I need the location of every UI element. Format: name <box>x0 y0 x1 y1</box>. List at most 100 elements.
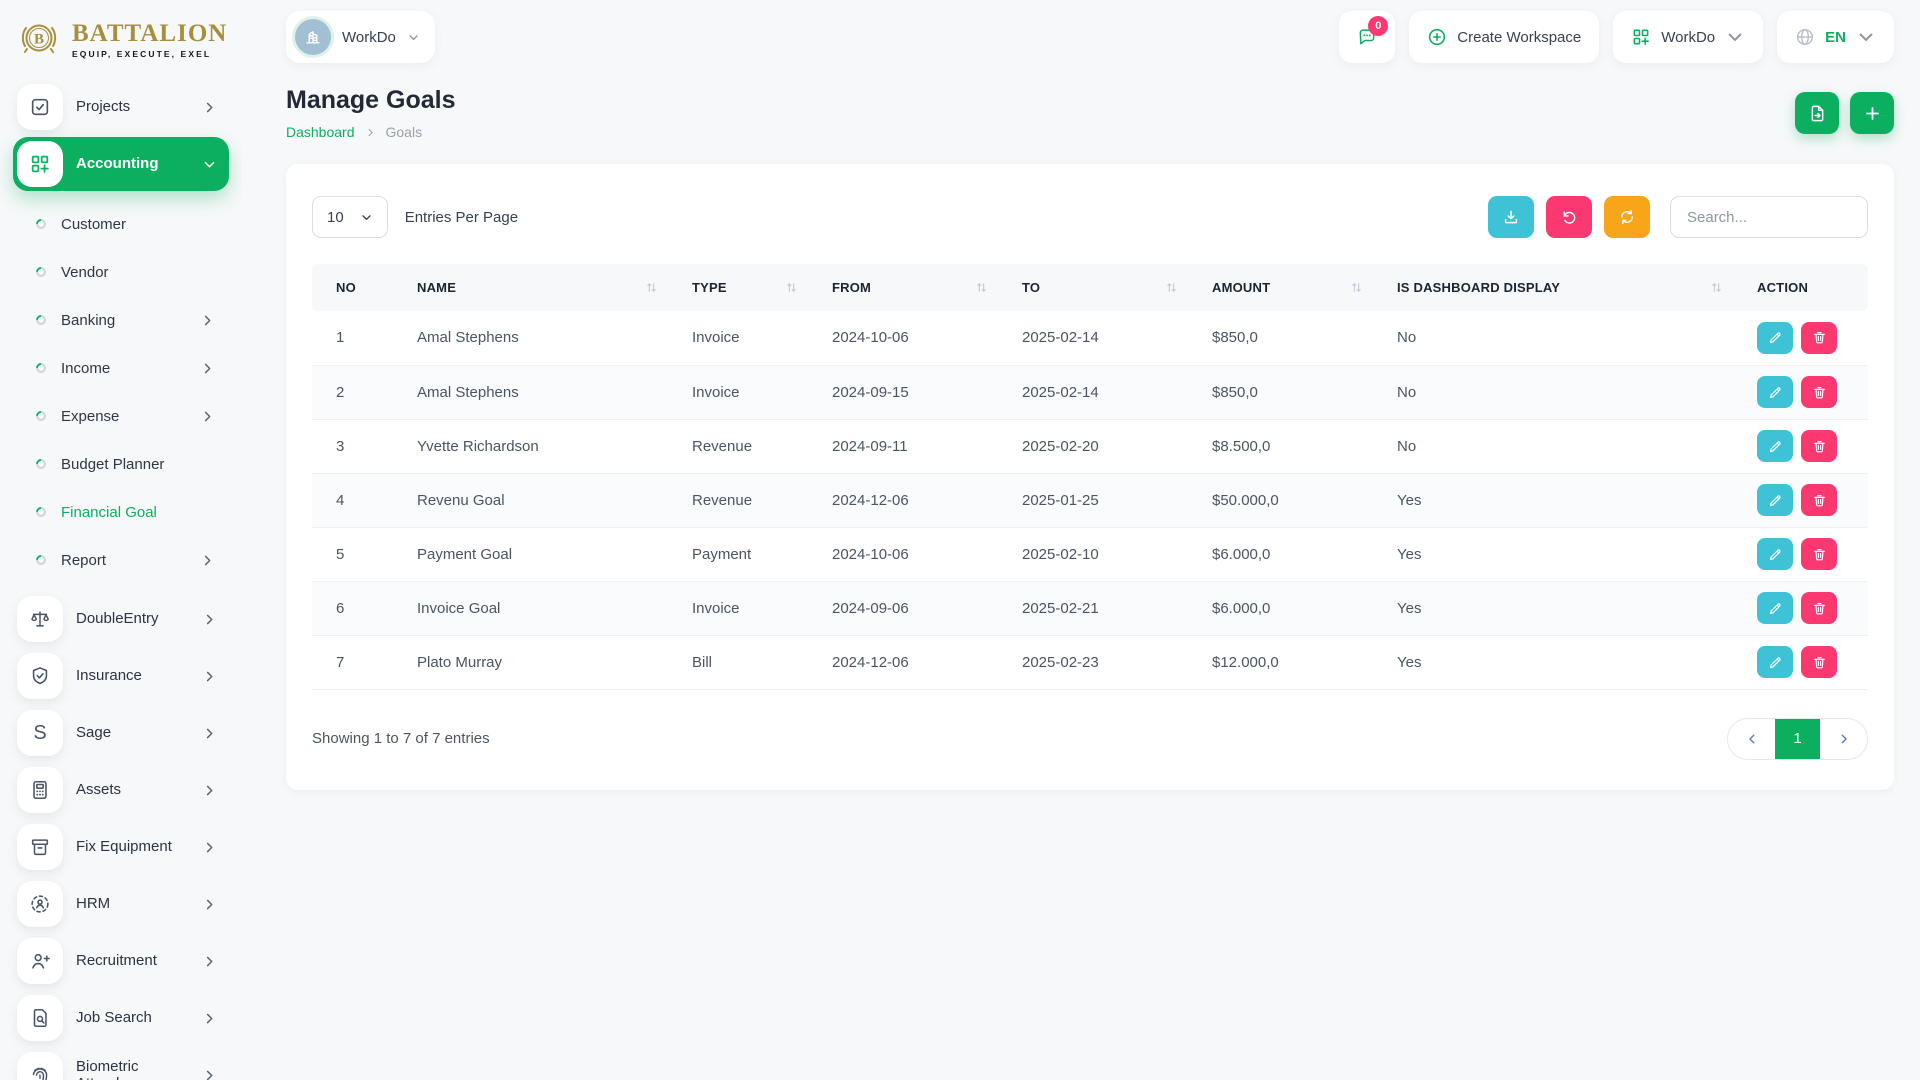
edit-button[interactable] <box>1757 484 1793 516</box>
cell-amount: $850,0 <box>1202 365 1387 419</box>
cell-no: 3 <box>312 419 407 473</box>
brand-logo: B BATTALION EQUIP, EXECUTE, EXEL <box>13 10 229 80</box>
chevron-right-icon <box>200 409 215 424</box>
cell-to: 2025-02-20 <box>1012 419 1202 473</box>
sort-icon <box>1350 281 1363 294</box>
cell-dashboard-display: Yes <box>1387 473 1747 527</box>
entries-per-page-select[interactable]: 10 <box>312 196 388 238</box>
breadcrumb-dashboard-link[interactable]: Dashboard <box>286 124 355 140</box>
workspace-switcher[interactable]: WorkDo <box>286 11 435 63</box>
sidebar-item-doubleentry[interactable]: DoubleEntry <box>13 592 229 646</box>
cell-amount: $850,0 <box>1202 311 1387 365</box>
breadcrumb: Dashboard Goals <box>286 124 456 140</box>
sort-icon <box>1165 281 1178 294</box>
delete-button[interactable] <box>1801 322 1837 354</box>
delete-button[interactable] <box>1801 484 1837 516</box>
cell-name: Yvette Richardson <box>407 419 682 473</box>
pagination-next-button[interactable] <box>1820 719 1867 759</box>
sidebar-item-expense[interactable]: Expense <box>13 392 229 440</box>
delete-button[interactable] <box>1801 376 1837 408</box>
chevron-right-icon <box>202 897 217 912</box>
file-export-icon <box>1808 104 1827 123</box>
create-workspace-button[interactable]: Create Workspace <box>1409 11 1599 63</box>
chevron-right-icon <box>200 361 215 376</box>
sidebar-item-biometric-attendance[interactable]: Biometric Attendance <box>13 1048 229 1080</box>
sidebar-item-fix-equipment[interactable]: Fix Equipment <box>13 820 229 874</box>
brand-emblem-icon: B <box>15 16 63 64</box>
topbar: WorkDo 0 Create Workspace WorkDo <box>286 0 1894 74</box>
sidebar-item-assets[interactable]: Assets <box>13 763 229 817</box>
edit-button[interactable] <box>1757 592 1793 624</box>
showing-entries-text: Showing 1 to 7 of 7 entries <box>312 730 490 747</box>
sidebar-item-projects[interactable]: Projects <box>13 80 229 134</box>
language-selector[interactable]: EN <box>1777 11 1894 63</box>
sort-icon <box>785 281 798 294</box>
cell-to: 2025-02-14 <box>1012 365 1202 419</box>
column-header-from[interactable]: FROM <box>822 264 1012 311</box>
messages-button[interactable]: 0 <box>1339 11 1395 63</box>
delete-button[interactable] <box>1801 646 1837 678</box>
pencil-icon <box>1768 493 1783 508</box>
edit-button[interactable] <box>1757 538 1793 570</box>
reset-button[interactable] <box>1546 196 1592 238</box>
entries-per-page-label: Entries Per Page <box>405 209 518 226</box>
delete-button[interactable] <box>1801 592 1837 624</box>
sidebar-item-budget-planner[interactable]: Budget Planner <box>13 440 229 488</box>
column-header-amount[interactable]: AMOUNT <box>1202 264 1387 311</box>
add-goal-button[interactable] <box>1850 92 1894 134</box>
sidebar-item-accounting[interactable]: Accounting <box>13 137 229 191</box>
bullet-icon <box>34 265 48 279</box>
chevron-right-icon <box>202 612 217 627</box>
table-row: 4 Revenu Goal Revenue 2024-12-06 2025-01… <box>312 473 1868 527</box>
column-header-name[interactable]: NAME <box>407 264 682 311</box>
delete-button[interactable] <box>1801 538 1837 570</box>
refresh-button[interactable] <box>1604 196 1650 238</box>
sidebar-item-banking[interactable]: Banking <box>13 296 229 344</box>
sidebar-item-sage[interactable]: S Sage <box>13 706 229 760</box>
column-header-type[interactable]: TYPE <box>682 264 822 311</box>
column-header-no[interactable]: NO <box>312 264 407 311</box>
export-goals-button[interactable] <box>1795 92 1839 134</box>
column-header-to[interactable]: TO <box>1012 264 1202 311</box>
sidebar-item-job-search[interactable]: Job Search <box>13 991 229 1045</box>
building-icon <box>303 27 323 47</box>
bullet-icon <box>34 505 48 519</box>
cell-to: 2025-02-10 <box>1012 527 1202 581</box>
sidebar-nav: Projects Accounting Customer Vendor <box>13 80 229 1080</box>
table-row: 2 Amal Stephens Invoice 2024-09-15 2025-… <box>312 365 1868 419</box>
cell-name: Amal Stephens <box>407 365 682 419</box>
chevron-down-icon <box>1856 27 1876 47</box>
edit-button[interactable] <box>1757 322 1793 354</box>
cell-type: Payment <box>682 527 822 581</box>
calculator-icon <box>17 767 63 813</box>
search-input[interactable] <box>1670 196 1868 238</box>
sidebar-item-recruitment[interactable]: Recruitment <box>13 934 229 988</box>
column-header-dashboard-display[interactable]: IS DASHBOARD DISPLAY <box>1387 264 1747 311</box>
cell-no: 1 <box>312 311 407 365</box>
pagination-page-1[interactable]: 1 <box>1775 719 1820 759</box>
sidebar-item-customer[interactable]: Customer <box>13 200 229 248</box>
delete-button[interactable] <box>1801 430 1837 462</box>
sidebar-item-income[interactable]: Income <box>13 344 229 392</box>
cell-to: 2025-02-23 <box>1012 635 1202 689</box>
plus-icon <box>1863 104 1882 123</box>
chevron-down-icon <box>360 211 373 224</box>
sidebar-item-insurance[interactable]: Insurance <box>13 649 229 703</box>
trash-icon <box>1812 330 1827 345</box>
sidebar-item-report[interactable]: Report <box>13 536 229 584</box>
chevron-right-icon <box>1837 732 1851 746</box>
sidebar-item-financial-goal[interactable]: Financial Goal <box>13 488 229 536</box>
edit-button[interactable] <box>1757 646 1793 678</box>
accounting-submenu: Customer Vendor Banking Income <box>13 194 229 592</box>
edit-button[interactable] <box>1757 430 1793 462</box>
sidebar-item-vendor[interactable]: Vendor <box>13 248 229 296</box>
pagination-prev-button[interactable] <box>1728 719 1775 759</box>
cell-from: 2024-09-15 <box>822 365 1012 419</box>
chevron-down-icon <box>1725 27 1745 47</box>
workdo-menu-button[interactable]: WorkDo <box>1613 11 1763 63</box>
sidebar-item-hrm[interactable]: HRM <box>13 877 229 931</box>
column-header-action: ACTION <box>1747 264 1868 311</box>
download-button[interactable] <box>1488 196 1534 238</box>
edit-button[interactable] <box>1757 376 1793 408</box>
chevron-right-icon <box>365 127 376 138</box>
